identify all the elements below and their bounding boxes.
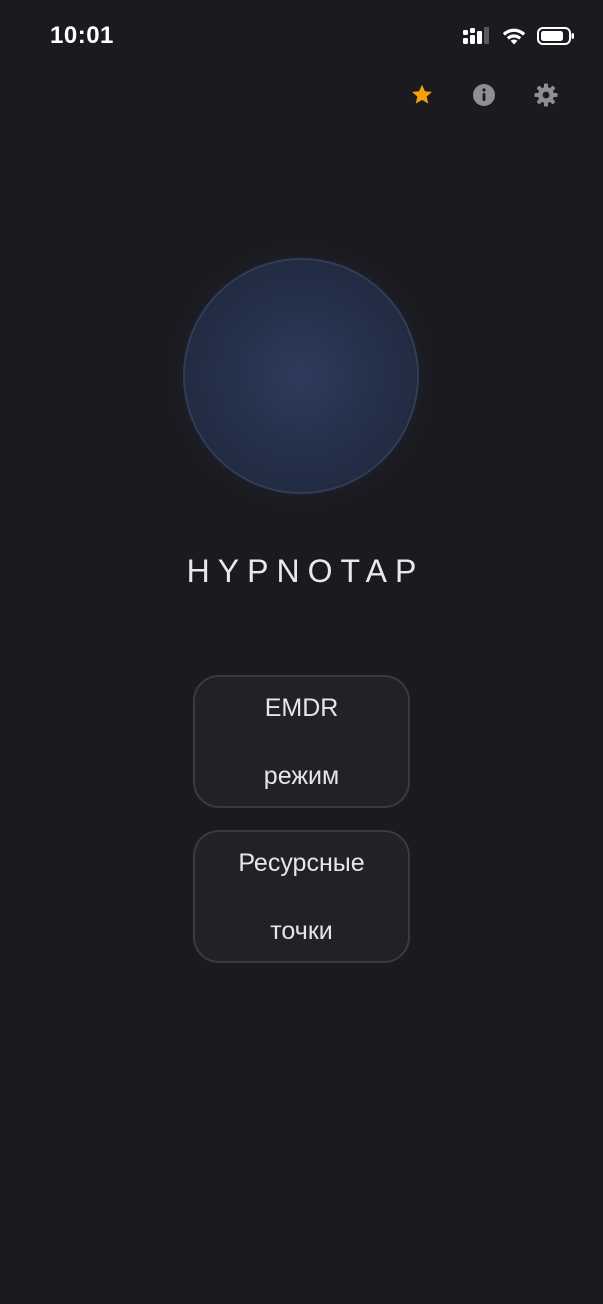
info-button[interactable] <box>471 83 497 112</box>
wifi-icon <box>501 26 527 46</box>
info-icon <box>472 83 496 112</box>
gear-icon <box>534 83 558 112</box>
emdr-mode-button[interactable]: EMDR режим <box>193 675 410 808</box>
status-icons <box>463 26 575 46</box>
app-title: HYPNOTAP <box>186 553 425 589</box>
battery-icon <box>537 26 575 46</box>
emdr-mode-label-line2: режим <box>263 761 340 790</box>
resource-points-label: Ресурсные точки <box>238 812 364 982</box>
favorites-button[interactable] <box>409 84 435 110</box>
emdr-mode-label-line1: EMDR <box>264 693 339 722</box>
resource-points-label-line1: Ресурсные <box>238 848 365 877</box>
star-icon <box>410 83 434 112</box>
hypno-orb[interactable] <box>183 258 419 494</box>
status-time: 10:01 <box>50 22 114 49</box>
resource-points-button[interactable]: Ресурсные точки <box>193 830 410 963</box>
resource-points-label-line2: точки <box>270 916 333 945</box>
settings-button[interactable] <box>533 83 559 112</box>
cellular-signal-icon <box>463 27 491 45</box>
emdr-mode-label: EMDR режим <box>264 657 339 827</box>
top-toolbar <box>409 83 559 112</box>
